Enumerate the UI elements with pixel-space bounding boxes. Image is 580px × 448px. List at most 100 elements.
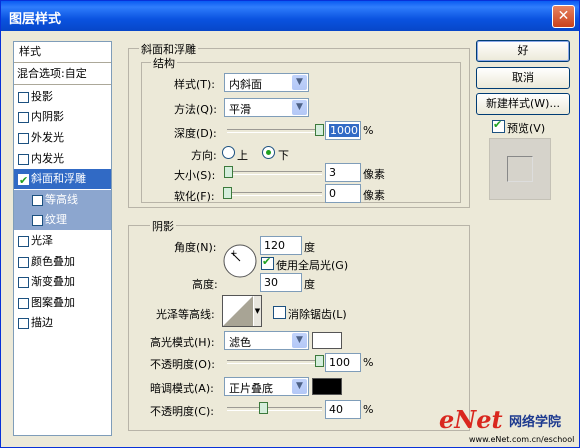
blending-options[interactable]: 混合选项:自定 <box>14 64 111 84</box>
angle-dial-icon[interactable]: + <box>223 244 257 278</box>
gloss-contour-picker[interactable]: ▼ <box>222 295 262 327</box>
style-item-drop-shadow[interactable]: 投影 <box>14 87 111 107</box>
style-item-outer-glow[interactable]: 外发光 <box>14 128 111 148</box>
highlight-mode-label: 高光模式(H): <box>150 336 215 349</box>
checkbox-contour[interactable] <box>32 195 43 206</box>
window-title: 图层样式 <box>9 12 62 27</box>
highlight-opacity-unit: % <box>363 356 374 369</box>
altitude-input[interactable]: 30 <box>260 273 302 292</box>
style-item-texture[interactable]: 纹理 <box>14 210 111 230</box>
divider <box>14 62 111 63</box>
gloss-contour-label: 光泽等高线: <box>156 308 215 321</box>
checkbox-stroke[interactable] <box>18 318 29 329</box>
depth-unit: % <box>363 124 374 137</box>
style-item-color-overlay[interactable]: 颜色叠加 <box>14 252 111 272</box>
size-slider-thumb[interactable] <box>224 166 233 178</box>
style-item-bevel-emboss[interactable]: ✔ 斜面和浮雕 <box>14 169 111 189</box>
highlight-opacity-thumb[interactable] <box>315 355 324 367</box>
chevron-down-icon[interactable]: ▼ <box>292 75 307 90</box>
altitude-unit: 度 <box>304 278 315 291</box>
checkbox-pattern-overlay[interactable] <box>18 298 29 309</box>
global-light-label: 使用全局光(G) <box>276 259 349 272</box>
highlight-opacity-input[interactable]: 100 <box>325 353 361 372</box>
soften-unit: 像素 <box>363 189 385 202</box>
preview-shape <box>507 156 533 182</box>
preview-label: 预览(V) <box>507 122 546 135</box>
style-item-inner-glow[interactable]: 内发光 <box>14 149 111 169</box>
cancel-button[interactable]: 取消 <box>476 67 570 89</box>
shadow-color-swatch[interactable] <box>312 378 342 395</box>
angle-label: 角度(N): <box>174 241 217 254</box>
chevron-down-icon[interactable]: ▼ <box>292 333 307 348</box>
shadow-opacity-thumb[interactable] <box>259 402 268 414</box>
direction-label: 方向: <box>191 149 217 162</box>
divider <box>14 84 111 85</box>
checkbox-satin[interactable] <box>18 236 29 247</box>
size-slider[interactable] <box>227 171 322 175</box>
altitude-label: 高度: <box>192 278 218 291</box>
ok-button[interactable]: 好 <box>476 40 570 62</box>
title-bar[interactable]: 图层样式 ✕ <box>1 1 579 31</box>
soften-slider[interactable] <box>227 192 322 196</box>
method-label: 方法(Q): <box>174 103 217 116</box>
styles-header[interactable]: 样式 <box>14 42 111 62</box>
checkbox-color-overlay[interactable] <box>18 257 29 268</box>
soften-slider-thumb[interactable] <box>223 187 232 199</box>
highlight-opacity-slider[interactable] <box>227 360 322 364</box>
style-item-pattern-overlay[interactable]: 图案叠加 <box>14 293 111 313</box>
shadow-opacity-unit: % <box>363 403 374 416</box>
depth-slider-thumb[interactable] <box>315 124 324 136</box>
global-light-checkbox[interactable] <box>261 255 274 270</box>
direction-up-label: 上 <box>237 149 248 162</box>
highlight-opacity-label: 不透明度(O): <box>150 358 215 371</box>
depth-slider[interactable] <box>227 129 322 133</box>
shadow-opacity-slider[interactable] <box>227 407 322 411</box>
checkbox-gradient-overlay[interactable] <box>18 277 29 288</box>
size-label: 大小(S): <box>174 169 216 182</box>
chevron-down-icon[interactable]: ▼ <box>292 379 307 394</box>
enet-watermark-logo: eNet 网络学院 www.eNet.com.cn/eschool <box>439 405 575 444</box>
style-item-satin[interactable]: 光泽 <box>14 231 111 251</box>
method-select[interactable]: 平滑 ▼ <box>224 98 309 117</box>
style-item-contour[interactable]: 等高线 <box>14 190 111 210</box>
highlight-color-swatch[interactable] <box>312 332 342 349</box>
checkbox-texture[interactable] <box>32 215 43 226</box>
style-item-stroke[interactable]: 描边 <box>14 313 111 333</box>
shadow-opacity-label: 不透明度(C): <box>150 405 214 418</box>
style-item-gradient-overlay[interactable]: 渐变叠加 <box>14 272 111 292</box>
shadow-opacity-input[interactable]: 40 <box>325 400 361 419</box>
direction-up-radio[interactable] <box>222 146 235 159</box>
new-style-button[interactable]: 新建样式(W)... <box>476 93 570 115</box>
soften-input[interactable]: 0 <box>325 184 361 203</box>
style-preview-thumbnail <box>489 138 551 200</box>
structure-title: 结构 <box>151 55 177 71</box>
antialias-label: 消除锯齿(L) <box>288 308 347 321</box>
preview-checkbox[interactable] <box>492 118 505 133</box>
highlight-mode-select[interactable]: 滤色 ▼ <box>224 331 309 350</box>
shading-title: 阴影 <box>150 218 176 234</box>
shading-group <box>128 225 470 431</box>
style-item-inner-shadow[interactable]: 内阴影 <box>14 107 111 127</box>
contour-dropdown-icon[interactable]: ▼ <box>254 296 261 326</box>
checkbox-drop-shadow[interactable] <box>18 92 29 103</box>
svg-text:+: + <box>230 249 238 259</box>
angle-input[interactable]: 120 <box>260 236 302 255</box>
bevel-style-select[interactable]: 内斜面 ▼ <box>224 73 309 92</box>
checkbox-inner-glow[interactable] <box>18 154 29 165</box>
size-unit: 像素 <box>363 168 385 181</box>
styles-list: 样式 混合选项:自定 投影 内阴影 外发光 内发光 ✔ 斜面和浮雕 等高线 纹理 … <box>13 41 112 436</box>
size-input[interactable]: 3 <box>325 163 361 182</box>
contour-icon <box>223 296 253 326</box>
checkbox-outer-glow[interactable] <box>18 133 29 144</box>
direction-down-radio[interactable] <box>262 146 275 159</box>
checkbox-inner-shadow[interactable] <box>18 112 29 123</box>
checkbox-bevel-emboss[interactable]: ✔ <box>18 174 29 187</box>
close-icon[interactable]: ✕ <box>552 5 575 28</box>
shadow-mode-select[interactable]: 正片叠底 ▼ <box>224 377 309 396</box>
depth-input[interactable]: 1000 <box>325 121 361 140</box>
shadow-mode-label: 暗调模式(A): <box>150 382 214 395</box>
style-label: 样式(T): <box>174 78 216 91</box>
antialias-checkbox[interactable] <box>273 306 286 319</box>
soften-label: 软化(F): <box>174 190 215 203</box>
chevron-down-icon[interactable]: ▼ <box>292 100 307 115</box>
